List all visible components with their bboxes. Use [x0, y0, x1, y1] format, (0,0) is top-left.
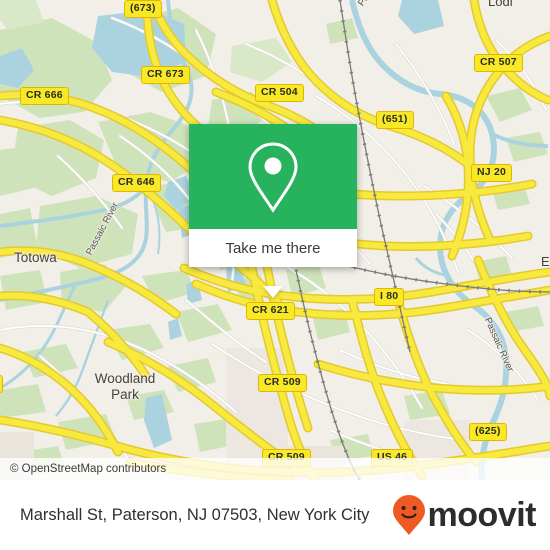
map-pin-icon	[248, 141, 298, 213]
popup-pointer	[263, 286, 283, 298]
moovit-map-page: .park { fill:#cfe3bb; } .park2 { fill:#d…	[0, 0, 550, 550]
map-attribution: © OpenStreetMap contributors	[0, 458, 550, 480]
road-shield: CR 673	[141, 66, 190, 84]
moovit-wordmark: moovit	[427, 496, 537, 534]
road-shield-clipped: CR 5	[0, 375, 3, 393]
footer-bar: Marshall St, Paterson, NJ 07503, New Yor…	[0, 480, 550, 550]
road-shield: CR 507	[474, 54, 523, 72]
place-label-totowa: Totowa	[14, 250, 57, 265]
address-label: Marshall St, Paterson, NJ 07503, New Yor…	[20, 505, 370, 524]
place-label-woodland-park: Woodland Park	[94, 371, 156, 402]
road-shield: I 80	[374, 288, 405, 306]
take-me-there-button[interactable]: Take me there	[189, 229, 357, 267]
edge-city-label-lodi: Lodi	[488, 0, 513, 9]
road-shield: CR 646	[112, 174, 161, 192]
road-shield: CR 509	[258, 374, 307, 392]
take-me-there-label: Take me there	[225, 239, 321, 257]
edge-city-label-east: E	[541, 254, 550, 269]
road-shield: CR 504	[255, 84, 304, 102]
road-shield: (673)	[124, 0, 162, 18]
road-shield: CR 666	[20, 87, 69, 105]
road-shield: NJ 20	[471, 164, 513, 182]
location-popup-card[interactable]: Take me there	[189, 124, 357, 267]
road-shield: (625)	[469, 423, 507, 441]
road-shield: CR 621	[246, 302, 295, 320]
road-shield: (651)	[376, 111, 414, 129]
moovit-logo[interactable]: moovit	[392, 494, 537, 536]
popup-header	[189, 124, 357, 229]
moovit-smiley-pin-icon	[392, 495, 425, 535]
